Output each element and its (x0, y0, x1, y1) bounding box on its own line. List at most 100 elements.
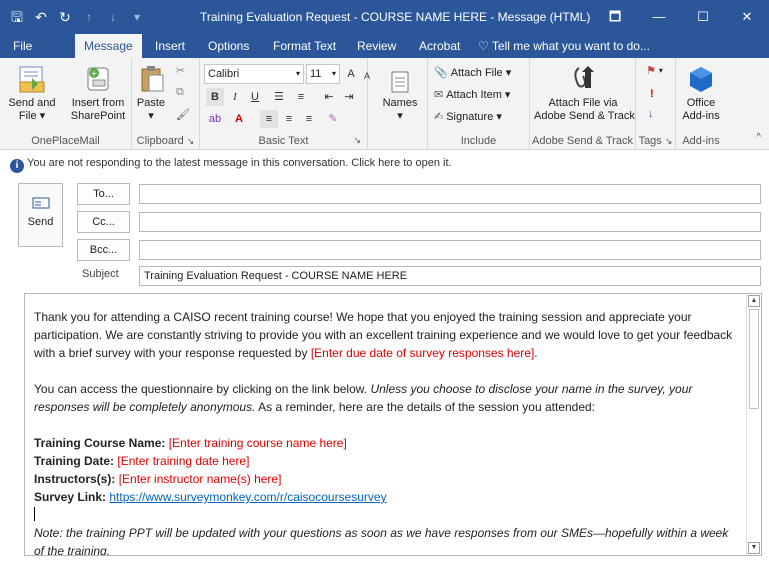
date-label: Training Date: (34, 454, 115, 468)
questionnaire-text: You can access the questionnaire by clic… (34, 382, 371, 396)
survey-link[interactable]: https://www.surveymonkey.com/r/caisocour… (109, 490, 386, 504)
up-icon[interactable]: ↑ (78, 6, 100, 28)
bold-button[interactable]: B (206, 88, 224, 106)
chevron-down-icon: ▾ (331, 69, 336, 78)
save-icon[interactable]: 🖫 (6, 6, 28, 28)
tab-insert[interactable]: Insert (146, 34, 194, 58)
numbering-button[interactable]: ≡ (292, 88, 310, 106)
italic-icon: I (233, 91, 237, 103)
highlight-button[interactable]: ab (206, 110, 224, 128)
insert-from-sharepoint-button[interactable]: + Insert from SharePoint (66, 64, 130, 123)
subject-label: Subject (82, 268, 119, 280)
high-importance-button[interactable]: ! (650, 88, 654, 100)
send-button[interactable]: Send (18, 183, 63, 247)
follow-up-button[interactable]: ⚑ ▾ (646, 64, 663, 77)
info-icon: i (10, 159, 24, 173)
eraser-icon: ✎ (328, 113, 338, 125)
font-name-box[interactable]: Calibri ▾ (204, 64, 304, 84)
scroll-up-button[interactable]: ▲ (748, 295, 760, 307)
info-bar[interactable]: i You are not responding to the latest me… (0, 152, 769, 174)
group-addins: Office Add-ins Add-ins (676, 58, 726, 150)
dialog-launcher-icon[interactable]: ↘ (187, 136, 195, 146)
chevron-down-icon: ▾ (397, 110, 403, 122)
tab-acrobat[interactable]: Acrobat (410, 34, 469, 58)
vertical-scrollbar[interactable]: ▲ ▼ (746, 294, 761, 555)
cut-button[interactable]: ✂ (176, 64, 185, 77)
to-button[interactable]: To... (77, 183, 130, 205)
low-importance-button[interactable]: ↓ (648, 108, 654, 120)
title-bar: 🖫 ↶ ↻ ↑ ↓ ▾ Training Evaluation Request … (0, 0, 769, 34)
align-center-button[interactable]: ≡ (280, 110, 298, 128)
cut-icon: ✂ (176, 65, 186, 77)
cc-field[interactable] (139, 212, 761, 232)
text-cursor (34, 507, 35, 521)
down-icon[interactable]: ↓ (102, 6, 124, 28)
window-controls: 🗖 — ☐ ✕ (593, 0, 769, 34)
font-size-value: 11 (310, 68, 322, 80)
instructors-label: Instructors(s): (34, 472, 116, 486)
minimize-button[interactable]: — (637, 0, 681, 34)
paragraph-note: Note: the training PPT will be updated w… (34, 526, 729, 556)
tab-file[interactable]: File (4, 34, 41, 58)
attach-item-button[interactable]: ✉ Attach Item ▾ (434, 88, 510, 101)
customize-qat-icon[interactable]: ▾ (126, 6, 148, 28)
signature-button[interactable]: ✍ Signature ▾ (434, 110, 502, 123)
adobe-attach-icon (574, 66, 594, 88)
scroll-thumb[interactable] (749, 309, 759, 409)
align-left-icon: ≡ (265, 113, 273, 125)
underline-icon: U (251, 91, 259, 103)
format-painter-button[interactable]: 🖌 (176, 108, 190, 121)
font-size-box[interactable]: 11 ▾ (306, 64, 340, 84)
close-button[interactable]: ✕ (725, 0, 769, 34)
attach-file-via-adobe-button[interactable]: Attach File via Adobe Send & Track (534, 64, 635, 123)
font-color-button[interactable]: A (230, 110, 248, 128)
group-include: 📎 Attach File ▾ ✉ Attach Item ▾ ✍ Signat… (428, 58, 530, 150)
decrease-indent-button[interactable]: ⇤ (320, 88, 338, 106)
attach-file-button[interactable]: 📎 Attach File ▾ (434, 66, 511, 79)
italic-button[interactable]: I (226, 88, 244, 106)
names-button[interactable]: Names ▾ (380, 70, 420, 123)
tab-review[interactable]: Review (348, 34, 405, 58)
names-label: Names (382, 97, 418, 109)
tab-format-text[interactable]: Format Text (264, 34, 345, 58)
office-addins-button[interactable]: Office Add-ins (678, 64, 724, 123)
message-content[interactable]: Thank you for attending a CAISO recent t… (34, 308, 734, 556)
basic-text-label: Basic Text (258, 135, 309, 147)
align-left-button[interactable]: ≡ (260, 110, 278, 128)
to-field[interactable] (139, 184, 761, 204)
subject-field[interactable]: Training Evaluation Request - COURSE NAM… (139, 266, 761, 286)
tell-me-search[interactable]: ♡ Tell me what you want to do... (478, 34, 650, 58)
bcc-button[interactable]: Bcc... (77, 239, 130, 261)
ribbon-display-options-icon[interactable]: 🗖 (593, 0, 637, 34)
cc-button[interactable]: Cc... (77, 211, 130, 233)
bcc-field[interactable] (139, 240, 761, 260)
format-painter-icon: 🖌 (176, 109, 190, 121)
group-label-addins: Add-ins (682, 135, 720, 147)
undo-icon[interactable]: ↶ (30, 6, 52, 28)
copy-button[interactable]: ⧉ (176, 86, 184, 99)
redo-icon[interactable]: ↻ (54, 6, 76, 28)
office-addins-label: Office Add-ins (682, 97, 720, 122)
font-color-icon: A (235, 113, 243, 125)
align-center-icon: ≡ (285, 113, 293, 125)
underline-button[interactable]: U (246, 88, 264, 106)
increase-indent-button[interactable]: ⇥ (340, 88, 358, 106)
bullets-button[interactable]: ☰ (270, 88, 288, 106)
align-right-button[interactable]: ≡ (300, 110, 318, 128)
collapse-ribbon-icon[interactable]: ^ (756, 132, 761, 143)
tab-options[interactable]: Options (199, 34, 258, 58)
tab-message[interactable]: Message (75, 34, 142, 58)
message-body[interactable]: Thank you for attending a CAISO recent t… (24, 293, 762, 556)
clear-formatting-button[interactable]: ✎ (324, 110, 342, 128)
paste-button[interactable]: Paste ▾ (136, 64, 166, 123)
svg-text:+: + (91, 69, 98, 78)
office-addins-icon (690, 67, 712, 92)
send-and-file-icon (19, 66, 45, 93)
dialog-launcher-icon[interactable]: ↘ (665, 136, 673, 146)
dialog-launcher-icon[interactable]: ↘ (353, 135, 361, 146)
window-title: Training Evaluation Request - COURSE NAM… (200, 10, 591, 24)
send-and-file-button[interactable]: Send and File ▾ (2, 64, 62, 123)
paperclip-icon: 📎 (434, 67, 448, 79)
maximize-button[interactable]: ☐ (681, 0, 725, 34)
scroll-down-button[interactable]: ▼ (748, 542, 760, 554)
